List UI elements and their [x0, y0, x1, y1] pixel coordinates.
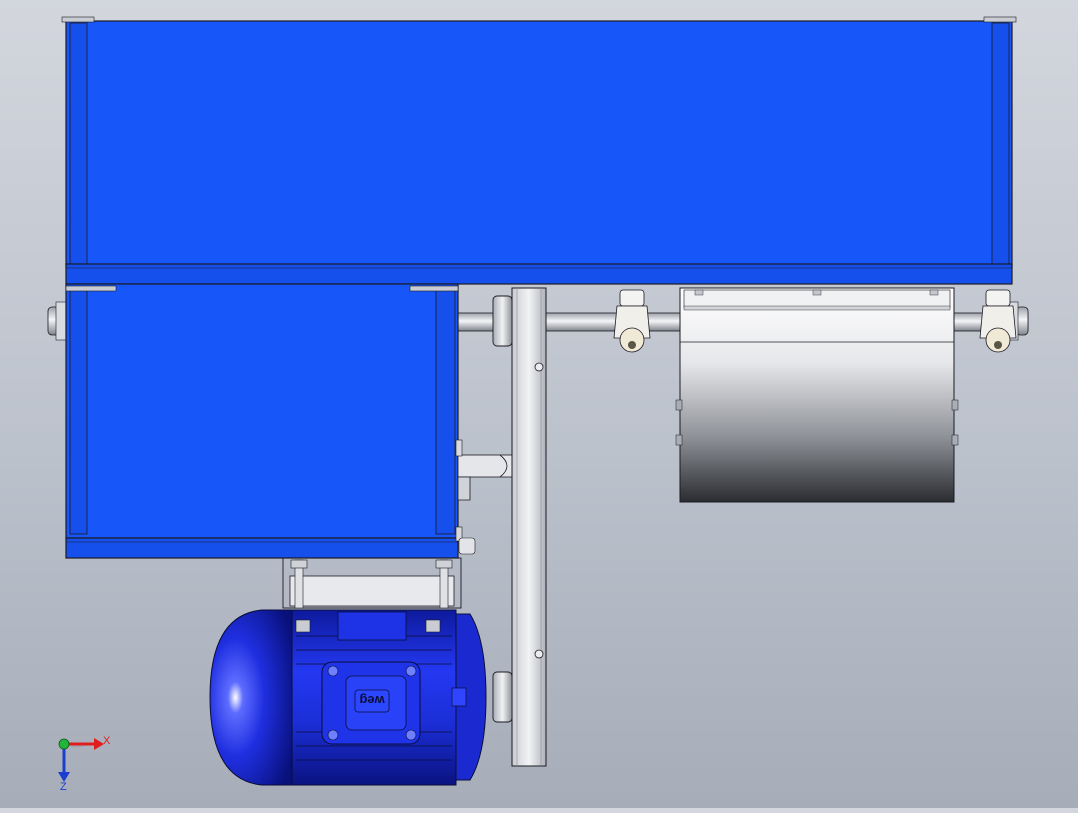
- cad-viewport[interactable]: weg X Z: [0, 0, 1078, 808]
- lower-frame-left-flange: [69, 287, 88, 535]
- upper-frame-panel: [65, 20, 1013, 268]
- motor-nameplate-text: weg: [359, 693, 385, 708]
- upper-frame-top-lip-right: [983, 16, 1017, 23]
- tensioner-bracket: [455, 439, 513, 542]
- upper-frame-left-flange: [69, 22, 88, 266]
- x-axis-label: X: [103, 735, 111, 747]
- bearing-right: [979, 289, 1017, 353]
- upper-frame-top-lip: [61, 16, 95, 23]
- origin-marker: [58, 738, 70, 750]
- drum-roller: [675, 287, 959, 503]
- upper-frame-bottom-rail: [65, 263, 1013, 285]
- coordinate-triad: X Z: [58, 735, 111, 793]
- upper-frame-right-flange: [991, 22, 1010, 266]
- electric-motor: weg: [209, 609, 487, 786]
- z-axis-label: Z: [60, 781, 67, 793]
- assembly-drawing: weg X Z: [47, 16, 1029, 793]
- lower-frame-panel: [65, 283, 459, 539]
- lower-frame-right-flange: [435, 287, 456, 535]
- belt-bolt: [534, 649, 544, 659]
- lower-pulley: [492, 671, 513, 723]
- motor-top-box: [337, 611, 407, 641]
- motor-end-cap: [209, 609, 296, 786]
- upper-frame: [61, 16, 1017, 285]
- belt-drive: [492, 287, 547, 767]
- drum-cover: [679, 287, 955, 503]
- upper-pulley: [492, 295, 513, 347]
- belt-bolt: [534, 362, 544, 372]
- bearing-left: [613, 289, 651, 353]
- lower-frame-bottom-rail: [65, 537, 459, 559]
- lower-frame: [65, 283, 459, 559]
